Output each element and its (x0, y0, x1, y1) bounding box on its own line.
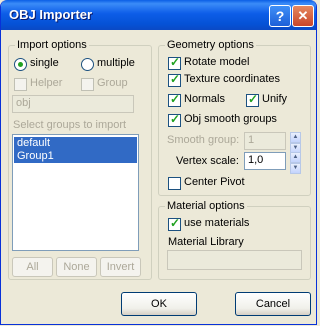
smooth-group-spinner[interactable]: ▲ ▼ (290, 132, 301, 154)
invert-button[interactable]: Invert (100, 257, 141, 277)
cancel-button[interactable]: Cancel (235, 292, 311, 316)
obj-importer-dialog: OBJ Importer ? ✕ Import options single m… (0, 0, 317, 325)
material-options-title: Material options (165, 200, 247, 212)
unify-label[interactable]: Unify (262, 93, 287, 105)
obj-smooth-groups-checkbox[interactable] (168, 112, 181, 127)
obj-smooth-groups-label[interactable]: Obj smooth groups (184, 113, 277, 125)
none-button[interactable]: None (56, 257, 97, 277)
single-radio[interactable] (14, 58, 27, 71)
center-pivot-checkbox[interactable] (168, 177, 181, 190)
normals-checkbox[interactable] (168, 92, 181, 107)
ok-button[interactable]: OK (121, 292, 197, 316)
single-label[interactable]: single (30, 57, 59, 69)
vertex-scale-label: Vertex scale: (176, 155, 239, 167)
use-materials-label[interactable]: use materials (184, 217, 249, 229)
geometry-options-title: Geometry options (165, 39, 256, 51)
texture-coordinates-checkbox[interactable] (168, 72, 181, 87)
multiple-radio[interactable] (81, 58, 94, 71)
vertex-scale-field[interactable]: 1,0 (244, 152, 286, 170)
center-pivot-label[interactable]: Center Pivot (184, 176, 245, 188)
all-button[interactable]: All (12, 257, 53, 277)
list-item[interactable]: Group1 (14, 150, 137, 163)
texture-coordinates-label[interactable]: Texture coordinates (184, 73, 280, 85)
close-button[interactable]: ✕ (292, 5, 314, 27)
import-options-group: Import options single multiple Helper Gr… (8, 39, 152, 280)
material-options-group: Material options use materials Material … (158, 200, 311, 280)
geometry-options-group: Geometry options Rotate model Texture co… (158, 39, 311, 196)
group-checkbox[interactable] (81, 78, 94, 91)
helper-label: Helper (30, 77, 63, 89)
dialog-title: OBJ Importer (9, 7, 93, 22)
groups-list[interactable]: default Group1 (12, 134, 139, 251)
help-button[interactable]: ? (269, 5, 291, 27)
use-materials-checkbox[interactable] (168, 216, 181, 231)
rotate-model-label[interactable]: Rotate model (184, 56, 249, 68)
spinner-up-icon[interactable]: ▲ (290, 132, 301, 143)
material-library-field[interactable] (167, 250, 302, 270)
helper-checkbox[interactable] (14, 78, 27, 91)
unify-checkbox[interactable] (246, 92, 259, 107)
spinner-up-icon[interactable]: ▲ (290, 152, 301, 163)
smooth-group-field[interactable]: 1 (244, 132, 286, 150)
title-bar[interactable]: OBJ Importer ? ✕ (1, 0, 316, 30)
smooth-group-label: Smooth group: (167, 134, 240, 146)
list-item[interactable]: default (14, 137, 137, 150)
group-label: Group (97, 77, 128, 89)
vertex-scale-spinner[interactable]: ▲ ▼ (290, 152, 301, 174)
normals-label[interactable]: Normals (184, 93, 225, 105)
material-library-label: Material Library (168, 236, 244, 248)
select-groups-label: Select groups to import (13, 119, 127, 131)
rotate-model-checkbox[interactable] (168, 55, 181, 70)
name-field[interactable]: obj (12, 95, 134, 113)
multiple-label[interactable]: multiple (97, 57, 135, 69)
spinner-down-icon[interactable]: ▼ (290, 163, 301, 174)
import-options-title: Import options (15, 39, 89, 51)
